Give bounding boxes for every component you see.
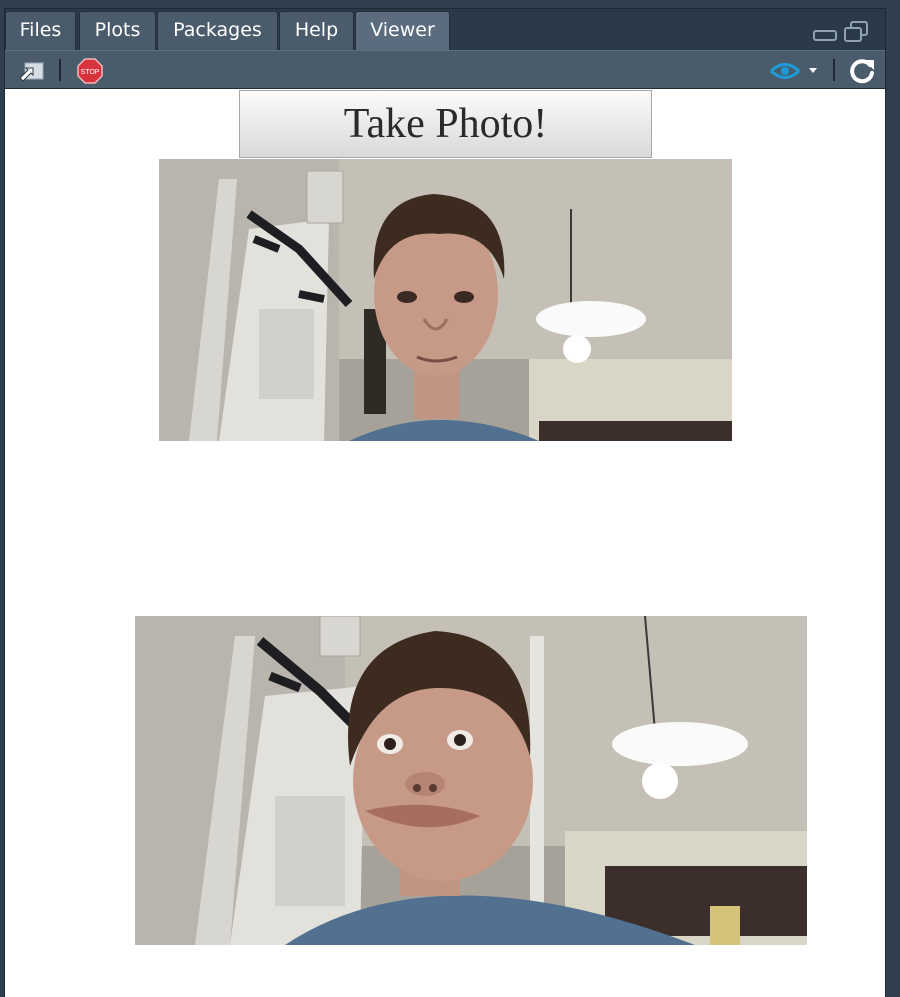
dropdown-icon[interactable] <box>808 67 818 75</box>
export-icon[interactable] <box>18 60 46 82</box>
live-webcam-feed <box>159 159 732 441</box>
viewer-toolbar: STOP <box>5 50 885 89</box>
tab-viewer[interactable]: Viewer <box>355 11 450 51</box>
pane-tab-bar: Files Plots Packages Help Viewer <box>5 9 885 51</box>
refresh-icon[interactable] <box>848 57 876 85</box>
webcam-person-funny-face-image <box>135 616 807 945</box>
toolbar-separator <box>59 59 61 81</box>
tab-plots[interactable]: Plots <box>79 11 156 50</box>
captured-photo <box>135 616 807 945</box>
maximize-pane-icon[interactable] <box>843 21 869 43</box>
viewer-content: Take Photo! <box>5 89 885 997</box>
stop-icon[interactable]: STOP <box>77 58 103 84</box>
tab-help[interactable]: Help <box>279 11 354 50</box>
tab-files[interactable]: Files <box>5 11 76 50</box>
sync-viewer-icon[interactable] <box>769 60 801 82</box>
viewer-pane: Files Plots Packages Help Viewer STOP Ta… <box>4 8 886 997</box>
minimize-pane-icon[interactable] <box>813 21 837 43</box>
take-photo-button[interactable]: Take Photo! <box>239 90 652 158</box>
toolbar-separator <box>833 59 835 81</box>
webcam-person-neutral-image <box>159 159 732 441</box>
stop-icon-label: STOP <box>81 69 100 76</box>
tab-packages[interactable]: Packages <box>157 11 278 50</box>
